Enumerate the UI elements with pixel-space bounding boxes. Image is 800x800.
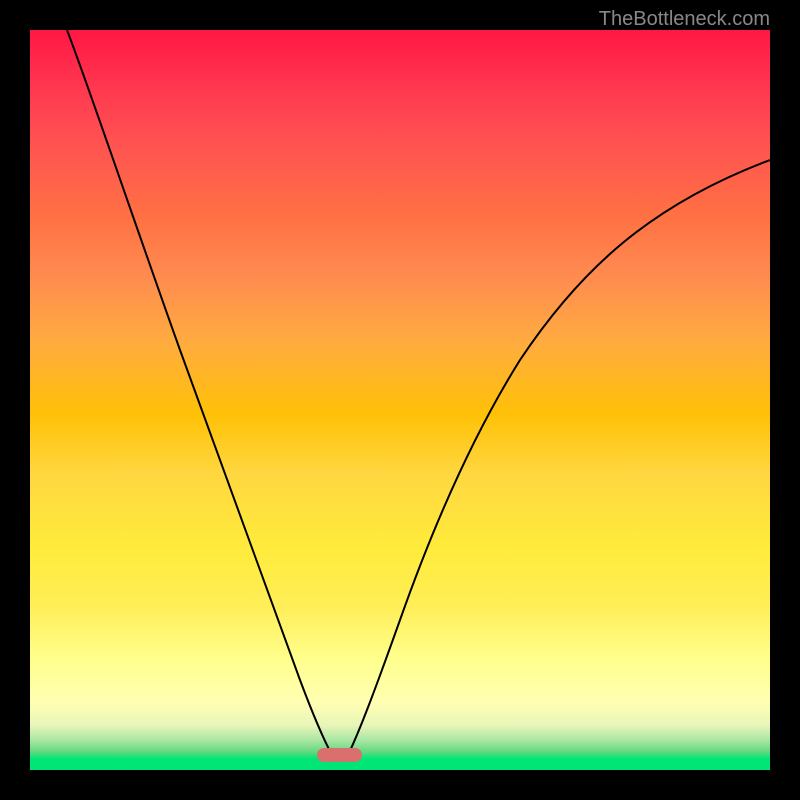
bottleneck-curve-path: [67, 30, 770, 755]
bottleneck-chart: [30, 30, 770, 770]
curve-svg: [30, 30, 770, 770]
optimal-marker: [317, 748, 362, 762]
watermark-text: TheBottleneck.com: [599, 8, 770, 31]
